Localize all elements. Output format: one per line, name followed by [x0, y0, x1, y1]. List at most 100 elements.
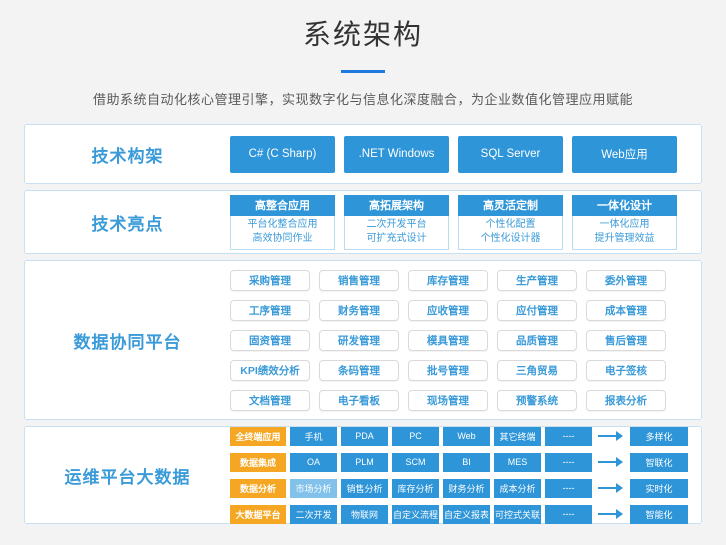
- module-pill[interactable]: 现场管理: [408, 390, 488, 411]
- module-pill[interactable]: 预警系统: [497, 390, 577, 411]
- tech-framework-button[interactable]: .NET Windows: [344, 136, 449, 173]
- highlight-card: 高拓展架构 二次开发平台 可扩充式设计: [344, 195, 449, 250]
- ops-chip-ellipsis[interactable]: ----: [545, 427, 592, 446]
- highlight-card: 高整合应用 平台化整合应用 高效协同作业: [230, 195, 335, 250]
- flow-arrow-icon: [598, 431, 624, 441]
- ops-category-tag[interactable]: 大数据平台: [230, 505, 286, 524]
- ops-chip[interactable]: 财务分析: [443, 479, 490, 498]
- tech-framework-button[interactable]: Web应用: [572, 136, 677, 173]
- ops-category-tag[interactable]: 全终端应用: [230, 427, 286, 446]
- ops-chip[interactable]: 市场分析: [290, 479, 337, 498]
- flow-arrow-icon: [598, 509, 624, 519]
- highlight-card-body: 二次开发平台 可扩充式设计: [344, 216, 449, 250]
- tech-framework-button[interactable]: C# (C Sharp): [230, 136, 335, 173]
- ops-chip-ellipsis[interactable]: ----: [545, 505, 592, 524]
- tech-framework-buttons: C# (C Sharp) .NET Windows SQL Server Web…: [230, 136, 686, 173]
- ops-chip[interactable]: OA: [290, 453, 337, 472]
- ops-platform-card: 运维平台大数据 全终端应用 手机 PDA PC Web 其它终端 ---- 多样…: [24, 426, 702, 524]
- ops-chip[interactable]: PC: [392, 427, 439, 446]
- data-platform-card: 数据协同平台 采购管理 销售管理 库存管理 生产管理 委外管理 工序管理 财务管…: [24, 260, 702, 420]
- ops-chip[interactable]: SCM: [392, 453, 439, 472]
- module-pill[interactable]: 财务管理: [319, 300, 399, 321]
- ops-row-bigdata: 大数据平台 二次开发 物联网 自定义流程 自定义报表 可控式关联 ---- 智能…: [230, 505, 688, 524]
- title-underline: [341, 70, 385, 73]
- tech-framework-card: 技术构架 C# (C Sharp) .NET Windows SQL Serve…: [24, 124, 702, 184]
- module-pill[interactable]: 条码管理: [319, 360, 399, 381]
- module-pill[interactable]: 采购管理: [230, 270, 310, 291]
- highlight-line: 个性化配置: [459, 218, 562, 232]
- ops-chip[interactable]: MES: [494, 453, 541, 472]
- module-pill[interactable]: 库存管理: [408, 270, 488, 291]
- ops-chip[interactable]: PLM: [341, 453, 388, 472]
- highlight-card-body: 个性化配置 个性化设计器: [458, 216, 563, 250]
- module-pill[interactable]: 电子签核: [586, 360, 666, 381]
- ops-row-analysis: 数据分析 市场分析 销售分析 库存分析 财务分析 成本分析 ---- 实时化: [230, 479, 688, 498]
- ops-category-tag[interactable]: 数据集成: [230, 453, 286, 472]
- ops-chip[interactable]: 自定义流程: [392, 505, 439, 524]
- module-pill[interactable]: 委外管理: [586, 270, 666, 291]
- ops-chip[interactable]: 库存分析: [392, 479, 439, 498]
- module-pill[interactable]: 应收管理: [408, 300, 488, 321]
- ops-chip[interactable]: Web: [443, 427, 490, 446]
- module-pill[interactable]: 报表分析: [586, 390, 666, 411]
- flow-arrow-icon: [598, 483, 624, 493]
- ops-chip[interactable]: 成本分析: [494, 479, 541, 498]
- module-pill[interactable]: 模具管理: [408, 330, 488, 351]
- highlight-card: 一体化设计 一体化应用 提升管理效益: [572, 195, 677, 250]
- module-pill[interactable]: 成本管理: [586, 300, 666, 321]
- module-pill[interactable]: 应付管理: [497, 300, 577, 321]
- ops-chip[interactable]: BI: [443, 453, 490, 472]
- ops-chip[interactable]: 其它终端: [494, 427, 541, 446]
- system-architecture-page: 系统架构 借助系统自动化核心管理引擎，实现数字化与信息化深度融合，为企业数值化管…: [0, 0, 726, 545]
- data-platform-label: 数据协同平台: [25, 328, 230, 353]
- tech-framework-label: 技术构架: [25, 142, 230, 167]
- highlight-card-title: 高灵活定制: [458, 195, 563, 216]
- module-pill[interactable]: 研发管理: [319, 330, 399, 351]
- module-pill[interactable]: 批号管理: [408, 360, 488, 381]
- flow-arrow-icon: [598, 457, 624, 467]
- module-pill[interactable]: 品质管理: [497, 330, 577, 351]
- ops-chip[interactable]: 手机: [290, 427, 337, 446]
- ops-chip[interactable]: 销售分析: [341, 479, 388, 498]
- module-pill[interactable]: 销售管理: [319, 270, 399, 291]
- ops-rows: 全终端应用 手机 PDA PC Web 其它终端 ---- 多样化 数据集成 O…: [230, 427, 688, 524]
- ops-chip[interactable]: 物联网: [341, 505, 388, 524]
- highlight-card-body: 一体化应用 提升管理效益: [572, 216, 677, 250]
- ops-row-terminals: 全终端应用 手机 PDA PC Web 其它终端 ---- 多样化: [230, 427, 688, 446]
- highlight-line: 可扩充式设计: [345, 232, 448, 246]
- module-pill[interactable]: 固资管理: [230, 330, 310, 351]
- ops-result-chip[interactable]: 多样化: [630, 427, 688, 446]
- module-grid: 采购管理 销售管理 库存管理 生产管理 委外管理 工序管理 财务管理 应收管理 …: [230, 270, 666, 411]
- ops-chip-ellipsis[interactable]: ----: [545, 453, 592, 472]
- tech-framework-button[interactable]: SQL Server: [458, 136, 563, 173]
- ops-result-chip[interactable]: 智能化: [630, 505, 688, 524]
- ops-platform-label: 运维平台大数据: [25, 463, 230, 488]
- highlight-card-title: 高整合应用: [230, 195, 335, 216]
- highlight-line: 一体化应用: [573, 218, 676, 232]
- ops-chip[interactable]: 可控式关联: [494, 505, 541, 524]
- module-pill[interactable]: 售后管理: [586, 330, 666, 351]
- highlight-line: 高效协同作业: [231, 232, 334, 246]
- hero-section: 系统架构 借助系统自动化核心管理引擎，实现数字化与信息化深度融合，为企业数值化管…: [0, 0, 726, 108]
- highlight-line: 二次开发平台: [345, 218, 448, 232]
- module-pill[interactable]: 文档管理: [230, 390, 310, 411]
- page-title: 系统架构: [0, 13, 726, 57]
- ops-result-chip[interactable]: 实时化: [630, 479, 688, 498]
- module-pill[interactable]: 三角贸易: [497, 360, 577, 381]
- highlight-line: 提升管理效益: [573, 232, 676, 246]
- highlight-card-body: 平台化整合应用 高效协同作业: [230, 216, 335, 250]
- highlight-line: 个性化设计器: [459, 232, 562, 246]
- highlight-line: 平台化整合应用: [231, 218, 334, 232]
- module-pill[interactable]: 工序管理: [230, 300, 310, 321]
- ops-chip-ellipsis[interactable]: ----: [545, 479, 592, 498]
- module-pill[interactable]: KPI绩效分析: [230, 360, 310, 381]
- ops-chip[interactable]: 自定义报表: [443, 505, 490, 524]
- ops-result-chip[interactable]: 智联化: [630, 453, 688, 472]
- ops-category-tag[interactable]: 数据分析: [230, 479, 286, 498]
- module-pill[interactable]: 生产管理: [497, 270, 577, 291]
- highlight-card-title: 一体化设计: [572, 195, 677, 216]
- ops-row-integration: 数据集成 OA PLM SCM BI MES ---- 智联化: [230, 453, 688, 472]
- ops-chip[interactable]: 二次开发: [290, 505, 337, 524]
- module-pill[interactable]: 电子看板: [319, 390, 399, 411]
- ops-chip[interactable]: PDA: [341, 427, 388, 446]
